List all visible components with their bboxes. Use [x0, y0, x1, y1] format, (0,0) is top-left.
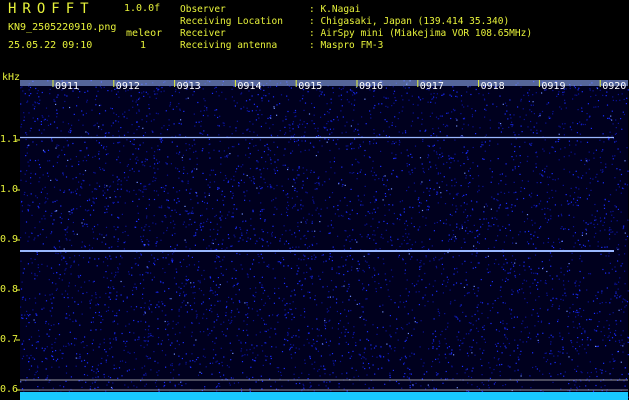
mode-value: 1 [140, 40, 147, 51]
spectrogram: 0911 0912 0913 0914 0915 0916 0917 0918 0919 0920 [16, 80, 629, 400]
time-tick-label: 0911 [55, 81, 79, 92]
time-tick-label: 0918 [481, 81, 505, 92]
y-tick-label: 1.1 [0, 134, 19, 145]
antenna-value: : Maspro FM-3 [309, 40, 384, 51]
app-version: 1.0.0f [124, 3, 161, 14]
bottom-band [20, 392, 628, 400]
receiver-value: : AirSpy mini (Miakejima VOR 108.65MHz) [309, 28, 533, 39]
location-label: Receiving Location [180, 16, 283, 27]
app-title: HROFFT [8, 1, 95, 17]
mode-label: meleor [126, 28, 163, 39]
y-tick-label: 0.6 [0, 384, 19, 395]
time-tick-label: 0913 [177, 81, 201, 92]
time-tick-label: 0914 [237, 81, 261, 92]
y-tick-label: 0.8 [0, 284, 19, 295]
time-tick-label: 0912 [116, 81, 140, 92]
time-tick-label: 0920 [602, 81, 626, 92]
datetime: 25.05.22 09:10 [8, 40, 93, 51]
y-tick-label: 0.9 [0, 234, 19, 245]
top-band [20, 80, 628, 86]
y-tick-label: 1.0 [0, 184, 19, 195]
observer-value: : K.Nagai [309, 4, 361, 15]
observer-label: Observer [180, 4, 226, 15]
y-tick-label: 0.7 [0, 334, 19, 345]
time-tick-label: 0916 [359, 81, 383, 92]
time-tick-label: 0919 [541, 81, 565, 92]
antenna-label: Receiving antenna [180, 40, 278, 51]
time-tick-label: 0917 [420, 81, 444, 92]
spectrogram-background [20, 80, 628, 400]
time-tick-label: 0915 [298, 81, 322, 92]
receiver-label: Receiver [180, 28, 226, 39]
header-panel: HROFFT 1.0.0f KN9_2505220910.png meleor … [0, 0, 629, 74]
file-name: KN9_2505220910.png [8, 22, 117, 33]
location-value: : Chigasaki, Japan (139.414 35.340) [309, 16, 510, 27]
